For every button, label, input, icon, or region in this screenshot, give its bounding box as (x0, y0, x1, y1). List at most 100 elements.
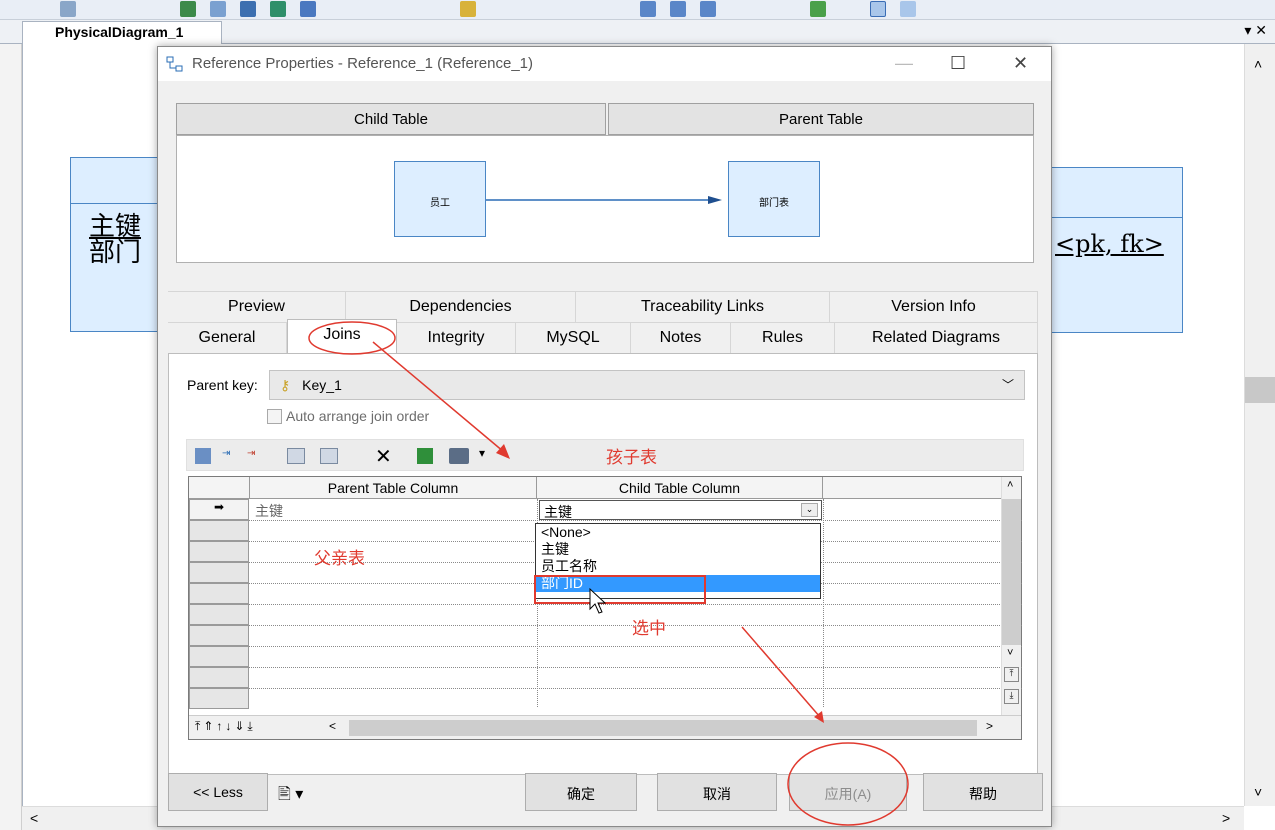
annotation-parent-table: 父亲表 (314, 549, 365, 568)
cancel-button[interactable]: 取消 (657, 773, 777, 811)
toolbar-icon[interactable] (460, 1, 476, 17)
add-link-icon[interactable]: ⇥ (247, 448, 265, 464)
parent-table-box: 部门表 (728, 161, 820, 237)
toolbar-icon[interactable] (270, 1, 286, 17)
dropdown-option[interactable]: <None> (536, 524, 820, 541)
toolbar-icon[interactable] (640, 1, 656, 17)
toolbar-icon[interactable] (60, 1, 76, 17)
insert-link-icon[interactable]: ⇥ (222, 448, 240, 464)
left-gutter (0, 44, 22, 830)
dropdown-option[interactable]: 主键 (536, 541, 820, 558)
grid-column-header-empty (823, 477, 1001, 499)
dropdown-option[interactable]: 员工名称 (536, 558, 820, 575)
row-header[interactable] (189, 541, 249, 562)
child-column-value: 主键 (544, 504, 572, 520)
close-icon[interactable]: ▾ ✕ (1244, 22, 1267, 39)
scroll-left-icon[interactable]: < (30, 810, 38, 826)
child-table-box: 员工 (394, 161, 486, 237)
annotation-child-table: 孩子表 (606, 448, 657, 467)
toolbar-icon[interactable] (180, 1, 196, 17)
scroll-down-icon[interactable]: ˅ (1254, 784, 1262, 800)
entity-header (1051, 168, 1182, 218)
toolbar-icon[interactable] (210, 1, 226, 17)
properties-icon[interactable] (195, 448, 211, 464)
row-divider (249, 646, 1022, 647)
scroll-right-icon[interactable]: > (986, 719, 993, 733)
checkbox-box[interactable] (267, 409, 282, 424)
scroll-up-icon[interactable]: ˄ (1007, 479, 1013, 491)
reference-preview: 员工 部门表 (176, 135, 1034, 263)
row-divider (249, 688, 1022, 689)
scroll-up-icon[interactable]: ˄ (1254, 56, 1262, 72)
parent-key-value: Key_1 (302, 377, 342, 393)
mouse-cursor-icon (589, 587, 607, 614)
row-header[interactable] (189, 667, 249, 688)
scroll-left-icon[interactable]: < (329, 719, 336, 733)
toolbar-icon[interactable] (240, 1, 256, 17)
scroll-top-icon[interactable]: ⤒ (1004, 667, 1019, 682)
row-header[interactable] (189, 562, 249, 583)
dialog-titlebar[interactable]: Reference Properties - Reference_1 (Refe… (158, 47, 1051, 81)
tab-mysql[interactable]: MySQL (516, 322, 631, 353)
row-header[interactable] (189, 604, 249, 625)
chevron-down-icon[interactable]: ﹀ (1002, 376, 1014, 393)
toolbar-icon[interactable] (810, 1, 826, 17)
row-header[interactable] (189, 520, 249, 541)
grid-column-header[interactable]: Parent Table Column (250, 477, 537, 499)
selection-highlight-box (534, 575, 706, 604)
toolbar-icon[interactable] (700, 1, 716, 17)
scroll-thumb[interactable] (1245, 377, 1275, 403)
scroll-thumb[interactable] (349, 720, 977, 736)
scroll-bottom-icon[interactable]: ⤓ (1004, 689, 1019, 704)
canvas-vertical-scrollbar[interactable]: ˄ ˅ (1244, 44, 1275, 806)
entity-employee[interactable]: 主键 部门 (70, 157, 158, 332)
grid-column-header[interactable]: Child Table Column (537, 477, 823, 499)
less-button[interactable]: << Less (168, 773, 268, 811)
tab-rules[interactable]: Rules (731, 322, 835, 353)
parent-table-header: Parent Table (608, 103, 1034, 135)
tab-related-diagrams[interactable]: Related Diagrams (835, 322, 1038, 353)
tab-version-info[interactable]: Version Info (830, 291, 1038, 322)
minimize-icon[interactable]: — (895, 53, 913, 74)
grid-bottom-bar: ⤒⇑↑↓⇓⤓ < > (189, 715, 1021, 739)
row-header[interactable] (189, 583, 249, 604)
key-icon: ⚷ (280, 377, 291, 393)
tab-traceability-links[interactable]: Traceability Links (576, 291, 830, 322)
close-icon[interactable]: ✕ (1013, 53, 1028, 74)
row-divider (249, 520, 1022, 521)
toolbar-icon[interactable] (300, 1, 316, 17)
grid-vertical-scrollbar[interactable]: ˄ ˅ ⤒ ⤓ (1001, 477, 1021, 715)
row-header[interactable] (189, 688, 249, 709)
toolbar-icon[interactable] (900, 1, 916, 17)
entity-column: 部门 (89, 238, 142, 268)
child-table-header: Child Table (176, 103, 606, 135)
reference-properties-dialog: Reference Properties - Reference_1 (Refe… (157, 46, 1052, 827)
dialog-title: Reference Properties - Reference_1 (Refe… (192, 55, 534, 72)
annotation-arrow-to-apply (741, 626, 824, 723)
tab-general[interactable]: General (168, 322, 287, 353)
entity-pk-column: 主键 (89, 212, 142, 242)
tab-notes[interactable]: Notes (631, 322, 731, 353)
insert-row-icon[interactable] (287, 448, 305, 464)
scroll-down-icon[interactable]: ˅ (1007, 647, 1013, 659)
chevron-down-icon[interactable]: ⌄ (801, 503, 818, 517)
maximize-icon[interactable]: ☐ (950, 53, 966, 74)
scroll-thumb[interactable] (1002, 499, 1021, 645)
ok-button[interactable]: 确定 (525, 773, 637, 811)
entity-department[interactable]: <pk, fk> (1050, 167, 1183, 333)
diagram-tab[interactable]: PhysicalDiagram_1 (22, 21, 222, 44)
toolbar-icon[interactable] (870, 1, 886, 17)
scroll-right-icon[interactable]: > (1222, 810, 1230, 826)
add-row-icon[interactable] (320, 448, 338, 464)
grid-toolbar: ⇥ ⇥ ✕ ▾ (186, 439, 1024, 471)
row-header[interactable] (189, 646, 249, 667)
print-menu-icon[interactable]: 🖹 ▾ (278, 783, 303, 810)
row-header[interactable] (189, 625, 249, 646)
child-column-combo[interactable]: 主键 ⌄ (539, 500, 822, 520)
help-button[interactable]: 帮助 (923, 773, 1043, 811)
row-move-icons[interactable]: ⤒⇑↑↓⇓⤓ (195, 719, 256, 734)
row-header-current[interactable]: ➡ (189, 499, 249, 520)
toolbar-icon[interactable] (670, 1, 686, 17)
parent-key-label: Parent key: (187, 377, 258, 393)
parent-column-cell[interactable]: 主键 (255, 501, 283, 521)
